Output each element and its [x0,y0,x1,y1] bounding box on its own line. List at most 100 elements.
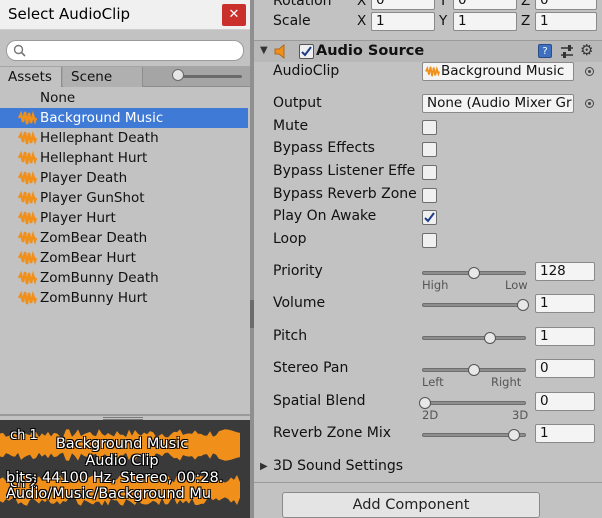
slider-max-label: Right [491,375,522,389]
toggle-label: Play On Awake [273,208,377,224]
slider-handle[interactable] [468,364,480,376]
slider-value-field[interactable]: 1 [535,424,595,443]
toggle-checkbox[interactable] [422,188,437,203]
output-object-picker[interactable] [585,99,594,108]
rotation-y-field[interactable]: 0 [453,0,517,10]
toggle-checkbox[interactable] [422,142,437,157]
slider-value-field[interactable]: 0 [535,392,595,411]
toggle-checkbox[interactable] [422,165,437,180]
asset-list-item[interactable]: None [0,88,248,108]
speaker-icon [274,44,285,59]
rotation-z-field[interactable]: 0 [535,0,597,10]
slider-track[interactable] [422,401,526,405]
rotation-z-axis-label: Z [521,0,531,9]
audio-preview: ch 1 ch 2 Background Music Audio Clip bi… [0,420,250,518]
asset-list-item-label: Player GunShot [40,190,145,206]
slider-label: Reverb Zone Mix [273,425,392,441]
asset-list-item[interactable]: Player GunShot [0,188,248,208]
asset-list-item[interactable]: ZomBunny Death [0,268,248,288]
rotation-x-field[interactable]: 0 [371,0,435,10]
audio-clip-icon [18,211,37,225]
audio-clip-icon [18,111,37,125]
checkmark-icon [301,46,312,57]
asset-list-item-label: Hellephant Death [40,130,159,146]
toggle-checkbox[interactable] [422,210,437,225]
slider-handle[interactable] [508,429,521,441]
slider-label: Pitch [273,328,308,344]
audio-clip-icon [18,291,37,305]
audio-clip-icon [18,251,37,265]
scale-x-axis-label: X [357,13,367,29]
foldout-closed-icon[interactable]: ▶ [260,461,268,472]
add-component-button[interactable]: Add Component [282,492,540,518]
toggle-checkbox[interactable] [422,120,437,135]
scale-label: Scale [273,13,311,29]
3d-sound-settings-foldout[interactable]: 3D Sound Settings [273,458,403,474]
audio-clip-icon [18,171,37,185]
preview-clip-name: Background Music [55,436,189,452]
zoom-slider-handle[interactable] [172,69,184,81]
preview-divider [0,414,250,416]
gear-icon[interactable]: ⚙ [580,41,593,59]
asset-list-item-label: ZomBear Death [40,230,148,246]
component-title: Audio Source [316,43,425,59]
slider-label: Spatial Blend [273,393,366,409]
tab-scene[interactable]: Scene [63,67,143,87]
asset-list-item-label: Hellephant Hurt [40,150,148,166]
window-title: Select AudioClip [8,5,131,23]
asset-list-item[interactable]: Player Hurt [0,208,248,228]
asset-list-item-label: Background Music [40,110,164,126]
slider-track[interactable] [422,336,526,340]
asset-list-item[interactable]: ZomBear Death [0,228,248,248]
slider-value-field[interactable]: 1 [535,327,595,346]
close-button[interactable]: ✕ [222,4,246,26]
slider-value-field[interactable]: 0 [535,359,595,378]
tab-assets[interactable]: Assets [0,67,62,87]
toggle-checkbox[interactable] [422,233,437,248]
inspector-panel: Rotation X 0 Y 0 Z 0 Scale X 1 Y 1 Z 1 ▼… [254,0,602,518]
search-icon [13,44,26,57]
asset-list-item[interactable]: ZomBear Hurt [0,248,248,268]
asset-list-item[interactable]: Background Music [0,108,248,128]
help-icon[interactable]: ? [538,44,552,58]
audioclip-object-picker[interactable] [585,67,594,76]
audio-source-header[interactable]: ▼ Audio Source ? ⚙ [254,40,602,62]
asset-list-item[interactable]: Hellephant Hurt [0,148,248,168]
audio-clip-icon [18,231,37,245]
asset-list-item[interactable]: ZomBunny Hurt [0,288,248,308]
asset-list-item-label: None [40,90,76,106]
preview-clip-info: bits: 44100 Hz, Stereo, 00:28. [6,470,224,486]
scale-z-field[interactable]: 1 [535,12,597,31]
toggle-label: Loop [273,231,307,247]
toggle-label: Bypass Listener Effe [273,163,416,179]
search-input[interactable] [6,40,244,61]
toggle-label: Bypass Reverb Zone [273,186,417,202]
audio-clip-icon [18,151,37,165]
foldout-arrow-icon[interactable]: ▼ [260,45,268,56]
slider-handle[interactable] [517,299,529,311]
audio-clip-icon [425,65,440,77]
scale-x-field[interactable]: 1 [371,12,435,31]
select-audioclip-window: Select AudioClip ✕ Assets Scene None Back… [0,0,250,518]
rotation-y-axis-label: Y [439,0,448,9]
rotation-label: Rotation [273,0,332,9]
zoom-slider-track[interactable] [176,75,242,78]
output-field[interactable]: None (Audio Mixer Gr [422,94,574,113]
slider-handle[interactable] [484,332,497,344]
asset-list-item[interactable]: Hellephant Death [0,128,248,148]
slider-value-field[interactable]: 1 [535,294,595,313]
audioclip-field[interactable]: Background Music [422,62,574,81]
asset-list-item[interactable]: Player Death [0,168,248,188]
enabled-checkbox[interactable] [299,44,314,59]
slider-min-label: Left [422,375,444,389]
slider-min-label: 2D [422,408,439,422]
slider-handle[interactable] [468,267,480,279]
scale-y-field[interactable]: 1 [453,12,517,31]
asset-list-item-label: ZomBunny Hurt [40,290,148,306]
preset-icon[interactable] [559,44,575,59]
window-title-bar: Select AudioClip ✕ [0,0,250,30]
scale-z-axis-label: Z [521,13,531,29]
rotation-x-axis-label: X [357,0,367,9]
slider-value-field[interactable]: 128 [535,262,595,281]
slider-track[interactable] [422,303,526,307]
